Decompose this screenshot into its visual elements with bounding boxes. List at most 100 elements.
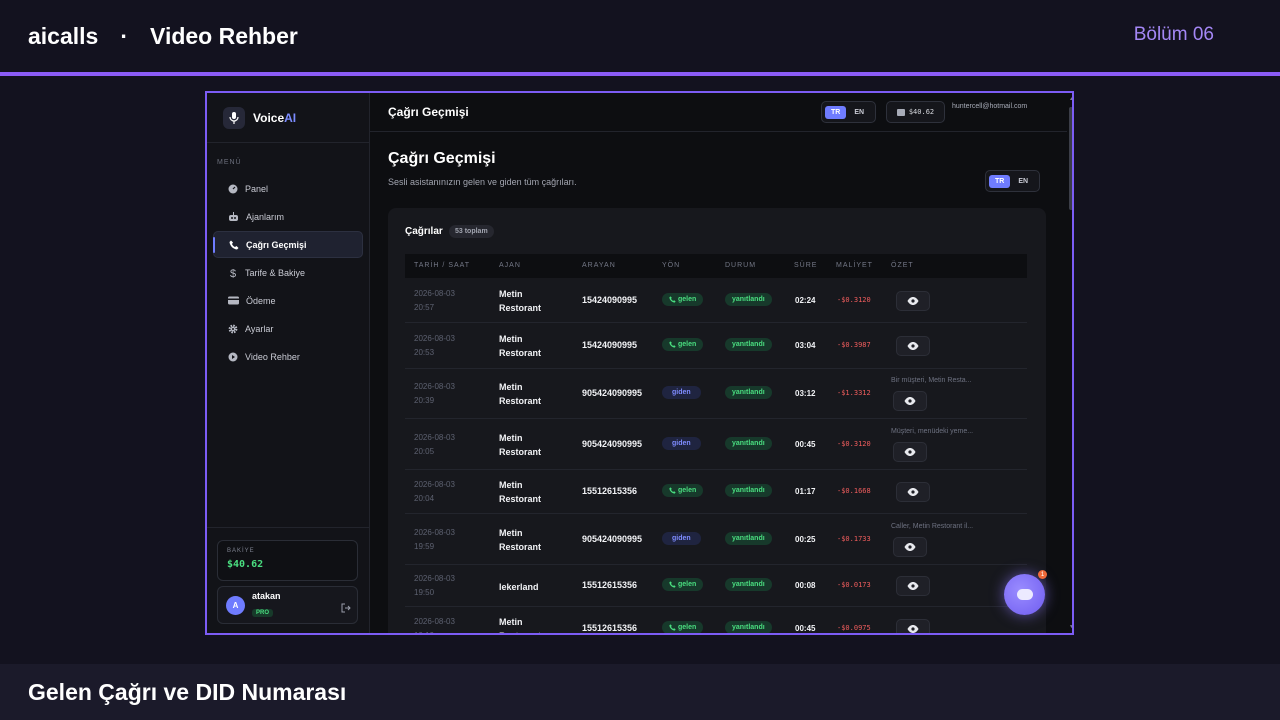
- direction-badge: gelen: [662, 578, 704, 591]
- direction-badge: gelen: [662, 338, 704, 351]
- col-direction: YÖN: [662, 262, 681, 269]
- sidebar-item-credit-card[interactable]: Ödeme: [213, 287, 363, 314]
- menu-title: MENÜ: [217, 159, 242, 166]
- call-duration: 00:45: [795, 624, 816, 633]
- table-row[interactable]: 2026-08-03 20:53 Metin Restorant 15424090995…: [405, 323, 1027, 369]
- call-caller: 15424090995: [582, 340, 638, 350]
- call-datetime: 2026-08-0319:19: [414, 617, 455, 633]
- call-caller: 905424090995: [582, 388, 643, 398]
- logout-icon[interactable]: [341, 600, 351, 618]
- phone-icon: [229, 240, 246, 250]
- slide-caption: Gelen Çağrı ve DID Numarası: [0, 664, 1280, 720]
- view-summary-button[interactable]: [893, 442, 927, 462]
- call-cost: -$0.3987: [837, 341, 871, 349]
- lang-tr-button[interactable]: TR: [825, 105, 847, 119]
- call-agent: MetinRestorant: [499, 382, 542, 406]
- sidebar-item-label: Ajanlarım: [246, 211, 285, 222]
- sidebar-item-dollar[interactable]: $ Tarife & Bakiye: [213, 259, 363, 286]
- status-badge: yanıtlandı: [725, 484, 772, 497]
- scroll-up-icon[interactable]: ▲: [1069, 96, 1072, 102]
- user-card[interactable]: A atakan PRO: [217, 586, 358, 624]
- slide-brand: aicalls: [28, 22, 99, 49]
- scroll-down-icon[interactable]: ▼: [1069, 624, 1072, 630]
- chat-bubble-icon: [1016, 589, 1033, 600]
- call-duration: 02:24: [795, 296, 816, 305]
- direction-badge: gelen: [662, 621, 704, 633]
- incoming-call-icon: [669, 487, 678, 494]
- view-summary-button[interactable]: [896, 336, 930, 356]
- table-row[interactable]: 2026-08-0319:19 MetinRestorant 15512615356…: [405, 607, 1027, 633]
- sidebar-item-label: Panel: [245, 183, 269, 194]
- scrollbar-thumb[interactable]: [1069, 107, 1072, 210]
- assistant-chat-button[interactable]: 1: [1004, 570, 1047, 615]
- call-caller: 15512615356: [582, 580, 638, 590]
- table-row[interactable]: 2026-08-03 20:39 Metin Restorant 90542409099…: [405, 369, 1027, 419]
- table-row[interactable]: 2026-08-03 20:57 Metin Restorant 15424090995…: [405, 278, 1027, 323]
- user-email: huntercell@hotmail.com: [952, 103, 1028, 110]
- view-summary-button[interactable]: [896, 619, 930, 633]
- sidebar-item-dashboard[interactable]: Panel: [213, 175, 363, 202]
- calls-count-badge: 53 toplam: [449, 225, 494, 238]
- eye-icon: [907, 625, 919, 633]
- call-cost: -$0.0173: [837, 581, 871, 589]
- page-scrollbar[interactable]: ▲ ▼: [1067, 93, 1072, 633]
- col-caller: ARAYAN: [582, 262, 616, 269]
- plan-badge: PRO: [252, 609, 274, 617]
- app-logo[interactable]: VoiceAI: [207, 93, 369, 143]
- call-agent: MetinRestorant: [499, 617, 541, 633]
- eye-icon: [904, 397, 916, 405]
- eye-icon: [904, 543, 916, 551]
- main-content: Çağrı Geçmişi TR EN $40.62 huntercell@ho…: [370, 93, 1072, 633]
- sidebar-nav: Panel Ajanlarım Çağrı Geçmişi $ Tarife & Bak…: [207, 175, 369, 370]
- slide-section-title: Video Rehber: [150, 22, 298, 49]
- incoming-call-icon: [669, 581, 678, 588]
- status-badge: yanıtlandı: [725, 532, 772, 545]
- view-summary-button[interactable]: [896, 291, 930, 311]
- col-cost: MALİYET: [836, 262, 873, 269]
- sidebar-item-gear[interactable]: Ayarlar: [213, 315, 363, 342]
- view-summary-button[interactable]: [893, 537, 927, 557]
- wallet-button[interactable]: $40.62: [886, 101, 945, 123]
- eye-icon: [907, 488, 919, 496]
- table-row[interactable]: 2026-08-03 19:59 Metin Restorant 90542409099…: [405, 514, 1027, 565]
- call-datetime: 2026-08-03 20:57: [414, 289, 455, 312]
- call-cost: -$0.1668: [837, 487, 871, 495]
- incoming-call-icon: [669, 296, 678, 303]
- col-summary: ÖZET: [891, 262, 914, 269]
- sidebar-item-phone[interactable]: Çağrı Geçmişi: [213, 231, 363, 258]
- balance-amount: $40.62: [227, 559, 264, 570]
- view-summary-button[interactable]: [893, 391, 927, 411]
- call-duration: 00:25: [795, 535, 816, 544]
- col-duration: SÜRE: [794, 262, 818, 269]
- call-cost: -$0.3120: [837, 296, 871, 304]
- sidebar-item-label: Video Rehber: [245, 351, 300, 362]
- view-summary-button[interactable]: [896, 482, 930, 502]
- balance-card: BAKİYE $40.62: [217, 540, 358, 581]
- call-agent: lekerland: [499, 582, 539, 592]
- status-badge: yanıtlandı: [725, 293, 772, 306]
- gear-icon: [228, 324, 245, 334]
- dashboard-icon: [228, 184, 245, 194]
- sidebar-item-play[interactable]: Video Rehber: [213, 343, 363, 370]
- eye-icon: [904, 448, 916, 456]
- lang-en-button[interactable]: EN: [848, 106, 870, 119]
- table-row[interactable]: 2026-08-03 20:05 Metin Restorant 90542409099…: [405, 419, 1027, 470]
- call-agent: MetinRestorant: [499, 480, 542, 504]
- page-lang-tr-button[interactable]: TR: [989, 174, 1011, 188]
- call-datetime: 2026-08-03 20:05: [414, 433, 455, 456]
- direction-badge: gelen: [662, 293, 704, 306]
- play-icon: [228, 352, 245, 362]
- table-row[interactable]: 2026-08-03 20:04 Metin Restorant 15512615356…: [405, 470, 1027, 514]
- sidebar-item-robot[interactable]: Ajanlarım: [213, 203, 363, 230]
- view-summary-button[interactable]: [896, 576, 930, 596]
- incoming-call-icon: [669, 341, 678, 348]
- header-language-toggle: TR EN: [821, 101, 877, 123]
- call-agent: MetinRestorant: [499, 334, 542, 358]
- call-datetime: 2026-08-03 20:53: [414, 334, 455, 357]
- status-badge: yanıtlandı: [725, 621, 772, 633]
- table-row[interactable]: 2026-08-03 19:50 lekerland 15512615356 gelen…: [405, 565, 1027, 607]
- call-agent: MetinRestorant: [499, 289, 542, 313]
- col-agent: AJAN: [499, 262, 521, 269]
- page-lang-en-button[interactable]: EN: [1012, 175, 1034, 188]
- call-cost: -$0.1733: [837, 535, 871, 543]
